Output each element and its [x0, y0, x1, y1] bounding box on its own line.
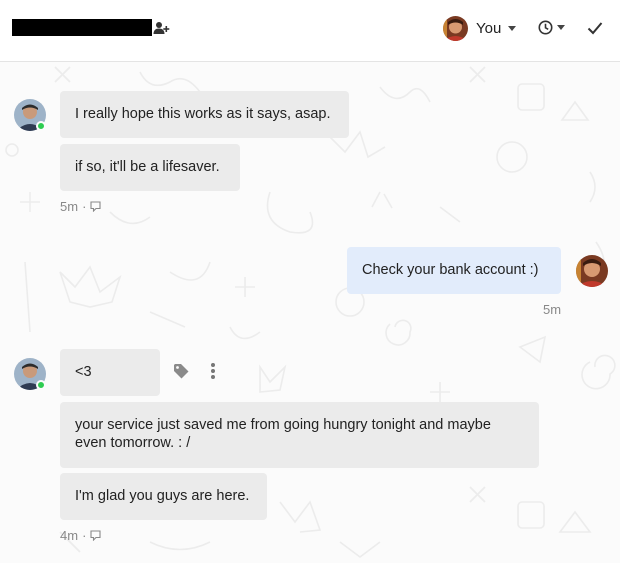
- message-meta: 5m: [543, 302, 561, 317]
- message-meta: 4m ·: [60, 528, 101, 543]
- message-meta: 5m ·: [60, 199, 101, 214]
- incoming-message-bubble[interactable]: <3: [60, 349, 160, 396]
- chevron-down-icon: [508, 25, 517, 31]
- close-conversation-check-icon[interactable]: [587, 21, 603, 35]
- meta-separator: ·: [82, 528, 87, 543]
- seen-receipt-icon: [90, 201, 101, 212]
- assignee-dropdown[interactable]: You: [443, 15, 517, 41]
- message-text: if so, it'll be a lifesaver.: [75, 159, 220, 175]
- conversation-header: You: [0, 0, 620, 62]
- assignee-label: You: [476, 19, 502, 37]
- more-options-icon[interactable]: [209, 362, 217, 380]
- online-status-dot: [36, 121, 46, 131]
- add-person-icon[interactable]: [153, 21, 170, 35]
- incoming-message-bubble[interactable]: I really hope this works as it says, asa…: [60, 91, 349, 138]
- outgoing-message-bubble[interactable]: Check your bank account :): [347, 247, 561, 294]
- message-thread[interactable]: I really hope this works as it says, asa…: [0, 62, 620, 563]
- message-text: your service just saved me from going hu…: [75, 417, 491, 451]
- incoming-message-bubble[interactable]: if so, it'll be a lifesaver.: [60, 144, 240, 191]
- chevron-down-icon: [557, 25, 565, 30]
- redacted-contact-name: [12, 19, 152, 36]
- message-text: Check your bank account :): [362, 262, 539, 278]
- message-text: I'm glad you guys are here.: [75, 488, 250, 504]
- clock-icon: [538, 20, 553, 35]
- message-timestamp: 5m: [543, 302, 562, 317]
- message-timestamp: 5m: [60, 199, 79, 214]
- message-text: I really hope this works as it says, asa…: [75, 106, 331, 122]
- user-avatar: [443, 15, 468, 41]
- agent-avatar: [576, 255, 608, 287]
- meta-separator: ·: [82, 199, 87, 214]
- incoming-message-bubble[interactable]: I'm glad you guys are here.: [60, 473, 267, 520]
- incoming-message-bubble[interactable]: your service just saved me from going hu…: [60, 402, 539, 468]
- snooze-dropdown[interactable]: [538, 20, 565, 35]
- message-timestamp: 4m: [60, 528, 79, 543]
- seen-receipt-icon: [90, 530, 101, 541]
- tag-icon[interactable]: [173, 363, 189, 379]
- message-text: <3: [75, 364, 92, 380]
- online-status-dot: [36, 380, 46, 390]
